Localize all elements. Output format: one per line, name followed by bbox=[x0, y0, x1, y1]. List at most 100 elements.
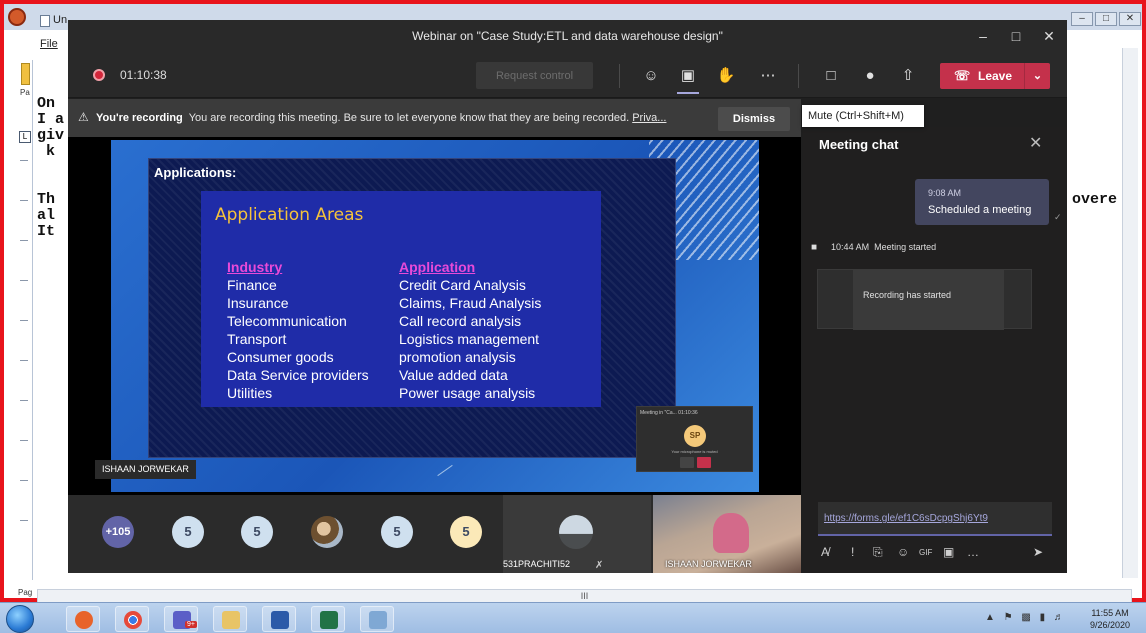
event-time: 10:44 AM bbox=[831, 242, 870, 252]
recording-banner: ⚠ You're recording You are recording thi… bbox=[68, 99, 801, 137]
layout-icon[interactable]: L bbox=[19, 131, 31, 143]
participant-video bbox=[713, 513, 749, 553]
raise-hand-icon[interactable]: ✋ bbox=[714, 64, 738, 88]
chat-message[interactable]: 9:08 AM Scheduled a meeting bbox=[915, 179, 1049, 225]
self-preview-window[interactable]: Meeting in "Ca... 01:10:36 SP Your micro… bbox=[636, 406, 753, 472]
participant-group-bubble[interactable]: 5 bbox=[241, 516, 273, 548]
start-button[interactable] bbox=[6, 605, 34, 633]
camera-off-icon[interactable]: □ bbox=[819, 64, 843, 88]
horizontal-scrollbar[interactable]: III bbox=[37, 589, 1132, 603]
doc-text-line: giv bbox=[37, 127, 65, 144]
chat-compose-box[interactable]: https://forms.gle/ef1C6sDcpgShj6Yt9 bbox=[818, 502, 1052, 536]
more-options-icon[interactable]: ⋯ bbox=[756, 64, 780, 88]
warning-icon: ⚠ bbox=[78, 110, 89, 124]
emoji-icon[interactable]: ☺ bbox=[897, 545, 909, 559]
event-text: Meeting started bbox=[874, 242, 937, 252]
more-participants-bubble[interactable]: +105 bbox=[102, 516, 134, 548]
close-icon[interactable]: ✕ bbox=[1029, 133, 1042, 153]
recording-banner-message: You are recording this meeting. Be sure … bbox=[188, 112, 630, 124]
mini-share-button[interactable] bbox=[680, 457, 694, 468]
participant-group-bubble[interactable]: 5 bbox=[381, 516, 413, 548]
background-app-icon[interactable] bbox=[8, 8, 26, 26]
meeting-maximize-button[interactable]: □ bbox=[1001, 20, 1031, 52]
participant-name: ISHAAN JORWEKAR bbox=[665, 559, 752, 569]
self-preview-title: Meeting in "Ca... 01:10:36 bbox=[640, 410, 698, 416]
application-item: Call record analysis bbox=[399, 313, 522, 329]
clock-date: 9/26/2020 bbox=[1089, 620, 1131, 630]
clock[interactable]: 11:55 AM 9/26/2020 bbox=[1080, 607, 1140, 631]
recording-card[interactable]: Recording has started bbox=[817, 269, 1032, 330]
meeting-close-button[interactable]: ✕ bbox=[1034, 20, 1064, 52]
excel-icon bbox=[320, 611, 338, 629]
participant-avatar[interactable] bbox=[311, 516, 343, 548]
doc-text-line: Th bbox=[37, 191, 56, 208]
doc-text-line: It bbox=[37, 223, 56, 240]
gif-icon[interactable]: GIF bbox=[919, 548, 932, 557]
page-label: Pag bbox=[18, 588, 33, 597]
sticker-icon[interactable]: ▣ bbox=[943, 545, 954, 559]
meeting-toolbar: 01:10:38 Request control ☺ ▣ ✋ ⋯ □ ● ⇧ ☏… bbox=[68, 52, 1067, 98]
slide-title: Application Areas bbox=[215, 205, 364, 225]
participant-group-bubble[interactable]: 5 bbox=[172, 516, 204, 548]
slide-content-box: Application Areas Industry Finance Insur… bbox=[201, 191, 601, 407]
vertical-scrollbar[interactable] bbox=[1122, 48, 1138, 578]
slide-decoration-line bbox=[437, 464, 453, 477]
participant-group-bubble[interactable]: 5 bbox=[450, 516, 482, 548]
chat-active-indicator bbox=[677, 92, 699, 94]
folder-icon bbox=[222, 611, 240, 629]
chat-compose-text[interactable]: https://forms.gle/ef1C6sDcpgShj6Yt9 bbox=[824, 513, 988, 524]
participants-icon[interactable]: ☺ bbox=[639, 64, 663, 88]
meeting-window-title: Webinar on "Case Study:ETL and data ware… bbox=[68, 20, 1067, 52]
application-item: Value added data bbox=[399, 367, 508, 383]
taskbar-app-firefox[interactable] bbox=[66, 606, 100, 632]
industry-item: Consumer goods bbox=[227, 349, 334, 365]
leave-label: Leave bbox=[978, 69, 1013, 83]
mini-hangup-button[interactable] bbox=[697, 457, 711, 468]
participant-strip: +105 5 5 5 5 531PRACHITI52 ✗ ISHAAN JORW… bbox=[68, 495, 801, 573]
file-menu[interactable]: File bbox=[40, 38, 58, 50]
meeting-chat-panel: Meeting chat ✕ 9:08 AM Scheduled a meeti… bbox=[803, 127, 1067, 573]
system-tray[interactable]: ▲ ⚑ ▩ ▮ ♬ bbox=[985, 612, 1067, 623]
taskbar-app-teams[interactable]: 9+ bbox=[164, 606, 198, 632]
share-screen-icon[interactable]: ⇧ bbox=[896, 64, 920, 88]
video-camera-icon: ■ bbox=[811, 242, 818, 253]
participant-video-tile[interactable]: ISHAAN JORWEKAR bbox=[653, 495, 801, 573]
self-preview-status: Your microphone is muted bbox=[671, 449, 718, 454]
close-button[interactable]: ✕ bbox=[1119, 12, 1141, 26]
participant-video-tile[interactable]: 531PRACHITI52 ✗ bbox=[503, 495, 651, 573]
dismiss-button[interactable]: Dismiss bbox=[718, 107, 790, 131]
clock-time: 11:55 AM bbox=[1091, 608, 1129, 618]
application-item: Credit Card Analysis bbox=[399, 277, 526, 293]
paste-icon[interactable] bbox=[21, 63, 30, 85]
doc-text-line: I a bbox=[37, 111, 65, 128]
message-text: Scheduled a meeting bbox=[928, 204, 1032, 216]
doc-text-line: k bbox=[37, 143, 56, 160]
send-icon[interactable]: ➤ bbox=[1033, 545, 1043, 559]
participant-avatar bbox=[559, 515, 593, 549]
taskbar-app-notepad[interactable] bbox=[360, 606, 394, 632]
microphone-icon[interactable]: ● bbox=[858, 64, 882, 88]
taskbar-app-excel[interactable] bbox=[311, 606, 345, 632]
participant-name: 531PRACHITI52 bbox=[503, 559, 571, 569]
privacy-link[interactable]: Priva... bbox=[632, 112, 666, 124]
chat-title: Meeting chat bbox=[819, 137, 899, 152]
shared-screen-stage: Applications: Application Areas Industry… bbox=[68, 137, 801, 495]
taskbar-app-word[interactable] bbox=[262, 606, 296, 632]
microphone-off-icon: ✗ bbox=[595, 560, 604, 571]
taskbar: 9+ ▲ ⚑ ▩ ▮ ♬ 11:55 AM 9/26/2020 bbox=[0, 602, 1146, 633]
important-icon[interactable]: ! bbox=[851, 545, 854, 559]
meeting-minimize-button[interactable]: – bbox=[968, 20, 998, 52]
maximize-button[interactable]: □ bbox=[1095, 12, 1117, 26]
chevron-down-icon[interactable]: ⌄ bbox=[1024, 63, 1050, 89]
taskbar-app-explorer[interactable] bbox=[213, 606, 247, 632]
format-icon[interactable]: A̸ bbox=[821, 545, 829, 559]
application-column: Application Credit Card Analysis Claims,… bbox=[399, 259, 541, 403]
minimize-button[interactable]: – bbox=[1071, 12, 1093, 26]
leave-button[interactable]: ☏ Leave ⌄ bbox=[940, 63, 1050, 89]
taskbar-app-chrome[interactable] bbox=[115, 606, 149, 632]
more-options-icon[interactable]: … bbox=[967, 545, 979, 559]
chat-icon[interactable]: ▣ bbox=[676, 64, 700, 88]
industry-item: Insurance bbox=[227, 295, 289, 311]
request-control-button[interactable]: Request control bbox=[476, 62, 593, 89]
attach-icon[interactable]: ⎘ bbox=[873, 545, 883, 560]
